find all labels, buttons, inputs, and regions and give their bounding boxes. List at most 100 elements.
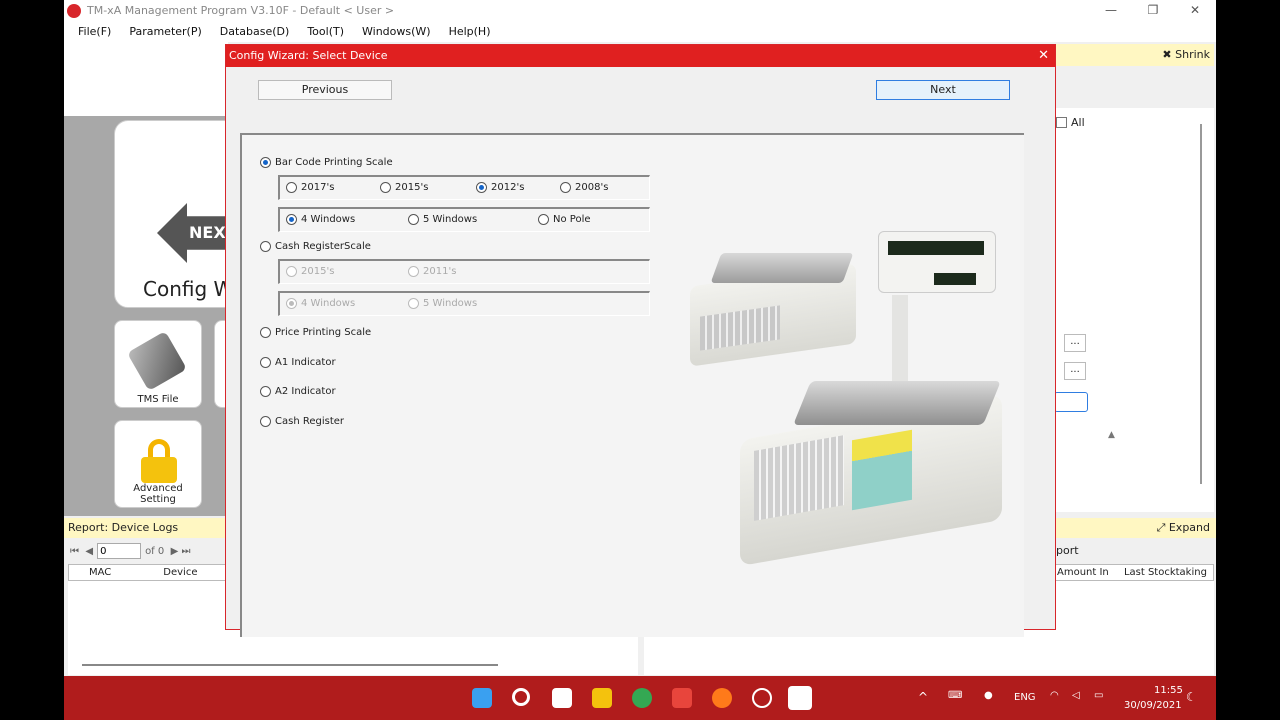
device-selection-area: Bar Code Printing Scale 2017's 2015's 20… [240, 133, 1024, 637]
menu-help[interactable]: Help(H) [449, 25, 491, 38]
report-grid-header: MAC Device Name [68, 564, 226, 593]
bar-2012-label: 2012's [491, 182, 525, 193]
page-number-input[interactable] [97, 543, 142, 559]
prev-page-icon[interactable]: ◀ [85, 546, 93, 557]
pole-display-screen [888, 241, 984, 255]
vertical-scrollbar[interactable] [1200, 124, 1202, 484]
window-title: TM-xA Management Program V3.10F - Defaul… [87, 4, 395, 17]
browse-button-1[interactable]: ... [1064, 334, 1086, 352]
close-window-button[interactable]: ✕ [1174, 0, 1216, 21]
radio-crs-2015[interactable]: 2015's [286, 266, 334, 277]
crs-2011-label: 2011's [423, 266, 457, 277]
title-bar: TM-xA Management Program V3.10F - Defaul… [64, 0, 1216, 21]
bar-2017-label: 2017's [301, 182, 335, 193]
radio-crs-5-windows[interactable]: 5 Windows [408, 298, 477, 309]
advanced-setting-tile[interactable]: Advanced Setting [114, 420, 202, 508]
browse-button-2[interactable]: ... [1064, 362, 1086, 380]
scroll-up-icon[interactable]: ▲ [1108, 430, 1115, 440]
minimize-button[interactable]: — [1090, 0, 1132, 21]
last-page-icon[interactable]: ⏭ [182, 546, 191, 557]
radio-cash-register[interactable]: Cash Register [260, 416, 344, 427]
column-amount-in[interactable]: Amount In [1055, 567, 1109, 578]
radio-bar-5-windows[interactable]: 5 Windows [408, 214, 477, 225]
firefox-icon[interactable] [712, 688, 732, 708]
menu-file[interactable]: File(F) [78, 25, 111, 38]
crs-year-group: 2015's 2011's [278, 259, 650, 284]
radio-price-printing-scale[interactable]: Price Printing Scale [260, 327, 371, 338]
expand-button[interactable]: ⤢ Expand [1157, 521, 1210, 535]
clock-date[interactable]: 30/09/2021 [1124, 700, 1182, 711]
maximize-button[interactable]: ❐ [1132, 0, 1174, 21]
radio-bar-no-pole[interactable]: No Pole [538, 214, 591, 225]
radio-indicator [286, 182, 297, 193]
bar-no-pole-label: No Pole [553, 214, 591, 225]
menu-tool[interactable]: Tool(T) [307, 25, 344, 38]
crs-window-group: 4 Windows 5 Windows [278, 291, 650, 316]
tms-file-tile[interactable]: TMS File [114, 320, 202, 408]
page-count: of 0 [145, 545, 165, 557]
report-pager: ⏮ ◀ of 0 ▶ ⏭ [64, 540, 226, 562]
horizontal-scrollbar[interactable] [82, 664, 498, 666]
right-input-field[interactable] [1054, 392, 1088, 412]
column-device-name[interactable]: Device Name [111, 565, 225, 593]
radio-indicator [260, 241, 271, 252]
anydesk-icon[interactable] [672, 688, 692, 708]
report-title: Report: Device Logs [64, 518, 226, 538]
volume-icon[interactable]: ◁ [1072, 690, 1080, 701]
cash-register-scale-label: Cash RegisterScale [275, 241, 371, 252]
radio-crs-4-windows[interactable]: 4 Windows [286, 298, 355, 309]
radio-bar-2017[interactable]: 2017's [286, 182, 334, 193]
a1-indicator-label: A1 Indicator [275, 357, 336, 368]
clock-time[interactable]: 11:55 [1154, 685, 1183, 696]
app-window: TM-xA Management Program V3.10F - Defaul… [64, 0, 1216, 720]
radio-crs-2011[interactable]: 2011's [408, 266, 456, 277]
radio-indicator [260, 357, 271, 368]
config-wizard-tile[interactable]: NEXT Config W [114, 120, 238, 308]
next-page-icon[interactable]: ▶ [171, 546, 179, 557]
radio-bar-code-printing-scale[interactable]: Bar Code Printing Scale [260, 157, 393, 168]
radio-cash-register-scale[interactable]: Cash RegisterScale [260, 241, 371, 252]
battery-icon[interactable]: ▭ [1094, 690, 1103, 701]
radio-indicator [260, 157, 271, 168]
dialog-title: Config Wizard: Select Device [229, 49, 388, 62]
dialog-close-button[interactable]: ✕ [1038, 45, 1049, 67]
small-scale-plate [710, 253, 854, 283]
radio-bar-2012[interactable]: 2012's [476, 182, 524, 193]
column-last-stocktaking[interactable]: Last Stocktaking [1112, 567, 1207, 578]
arduino-icon[interactable] [752, 688, 772, 708]
notifications-icon[interactable]: ☾ [1186, 690, 1197, 704]
radio-bar-2008[interactable]: 2008's [560, 182, 608, 193]
column-mac[interactable]: MAC [69, 565, 111, 580]
radio-indicator [538, 214, 549, 225]
config-wizard-dialog: Config Wizard: Select Device ✕ Previous … [225, 44, 1056, 637]
radio-a1-indicator[interactable]: A1 Indicator [260, 357, 336, 368]
expand-label: Expand [1168, 521, 1210, 534]
shrink-button[interactable]: ✖ Shrink [1162, 48, 1210, 61]
radio-bar-4-windows[interactable]: 4 Windows [286, 214, 355, 225]
radio-indicator [476, 182, 487, 193]
task-view-icon[interactable] [552, 688, 572, 708]
all-checkbox[interactable]: All [1056, 116, 1085, 129]
microphone-icon[interactable]: ● [984, 690, 993, 701]
chrome-icon[interactable] [632, 688, 652, 708]
next-button[interactable]: Next [876, 80, 1010, 100]
tm-xa-app-icon[interactable] [788, 686, 812, 710]
first-page-icon[interactable]: ⏮ [70, 546, 79, 557]
language-indicator[interactable]: ENG [1014, 692, 1036, 703]
search-icon[interactable] [512, 688, 530, 706]
menu-database[interactable]: Database(D) [220, 25, 290, 38]
radio-bar-2015[interactable]: 2015's [380, 182, 428, 193]
file-explorer-icon[interactable] [592, 688, 612, 708]
bar-year-group: 2017's 2015's 2012's 2008's [278, 175, 650, 200]
radio-a2-indicator[interactable]: A2 Indicator [260, 386, 336, 397]
keyboard-icon[interactable]: ⌨ [948, 690, 962, 701]
start-icon[interactable] [472, 688, 492, 708]
menu-parameter[interactable]: Parameter(P) [129, 25, 201, 38]
radio-indicator [286, 266, 297, 277]
previous-button[interactable]: Previous [258, 80, 392, 100]
menu-windows[interactable]: Windows(W) [362, 25, 431, 38]
lock-icon [141, 439, 177, 483]
wifi-icon[interactable]: ◠ [1050, 690, 1059, 701]
radio-indicator [408, 214, 419, 225]
tray-chevron-icon[interactable]: ^ [918, 690, 928, 704]
